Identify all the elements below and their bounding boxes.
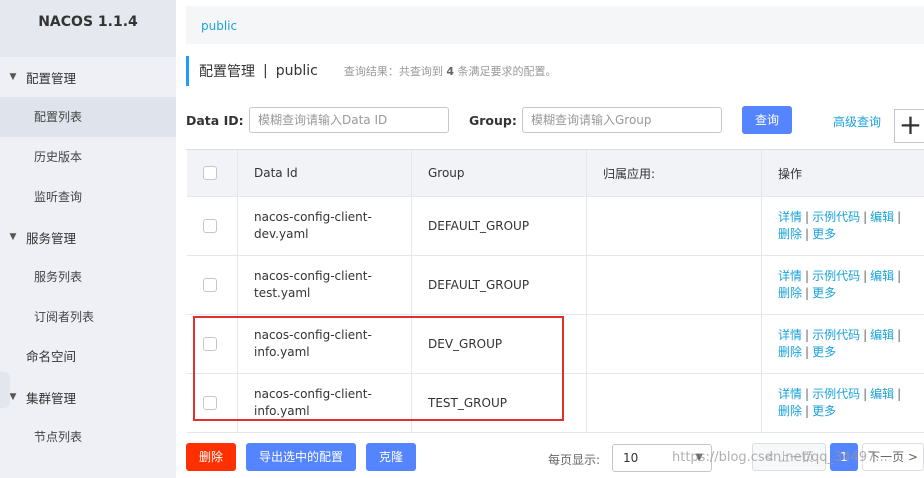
delete-link[interactable]: 删除: [778, 404, 802, 418]
delete-link[interactable]: 删除: [778, 286, 802, 300]
query-result-count: 4: [446, 65, 454, 78]
app-cell: [587, 374, 762, 432]
main-content: public 配置管理 | public 查询结果：共查询到 4 条满足要求的配…: [176, 0, 924, 478]
detail-link[interactable]: 详情: [778, 210, 802, 224]
group-cell: DEFAULT_GROUP: [412, 197, 587, 255]
more-link[interactable]: 更多: [812, 345, 836, 359]
namespace-bar: public: [186, 6, 924, 44]
sidebar-item-history[interactable]: 历史版本: [0, 137, 176, 177]
more-link[interactable]: 更多: [812, 286, 836, 300]
table-header-row: Data Id Group 归属应用: 操作: [187, 150, 924, 197]
dataid-cell: nacos-config-client-info.yaml: [254, 387, 372, 418]
column-header-dataid[interactable]: Data Id: [238, 150, 412, 196]
dataid-cell: nacos-config-client-test.yaml: [254, 269, 372, 300]
row-checkbox[interactable]: [203, 219, 217, 233]
dataid-cell: nacos-config-client-dev.yaml: [254, 210, 372, 241]
sidebar-group-config[interactable]: ▼ 配置管理: [0, 57, 176, 97]
column-header-actions: 操作: [762, 150, 924, 196]
table-row: nacos-config-client-test.yaml DEFAULT_GR…: [187, 256, 924, 315]
header-checkbox-cell: [187, 150, 238, 196]
app-cell: [587, 315, 762, 373]
sample-code-link[interactable]: 示例代码: [812, 387, 860, 401]
table-row: nacos-config-client-info.yaml DEV_GROUP …: [187, 315, 924, 374]
sidebar-item-subscribers[interactable]: 订阅者列表: [0, 297, 176, 337]
add-config-button[interactable]: +: [894, 109, 924, 143]
current-namespace: public: [275, 63, 318, 79]
row-actions: 详情 | 示例代码 | 编辑 | 删除 | 更多: [778, 269, 902, 300]
detail-link[interactable]: 详情: [778, 387, 802, 401]
row-checkbox[interactable]: [203, 396, 217, 410]
edit-link[interactable]: 编辑: [870, 210, 894, 224]
dataid-search-input[interactable]: 模糊查询请输入Data ID: [249, 107, 449, 133]
group-cell: TEST_GROUP: [412, 374, 587, 432]
sidebar-group-label: 集群管理: [26, 390, 77, 406]
sidebar-group-service[interactable]: ▼ 服务管理: [0, 217, 176, 257]
row-actions: 详情 | 示例代码 | 编辑 | 删除 | 更多: [778, 210, 902, 241]
clone-button[interactable]: 克隆: [366, 443, 416, 471]
table-row: nacos-config-client-info.yaml TEST_GROUP…: [187, 374, 924, 433]
row-checkbox[interactable]: [203, 278, 217, 292]
column-header-app[interactable]: 归属应用:: [587, 150, 762, 196]
sidebar-item-config-list[interactable]: 配置列表: [0, 97, 176, 137]
caret-down-icon: ▼: [9, 72, 17, 82]
sample-code-link[interactable]: 示例代码: [812, 328, 860, 342]
delete-link[interactable]: 删除: [778, 227, 802, 241]
chevron-down-icon: ▼: [695, 452, 703, 463]
app-cell: [587, 256, 762, 314]
page-size-select[interactable]: 10 ▼: [612, 444, 712, 472]
more-link[interactable]: 更多: [812, 227, 836, 241]
more-link[interactable]: 更多: [812, 404, 836, 418]
page-size-label: 每页显示:: [548, 453, 601, 467]
app-cell: [587, 197, 762, 255]
row-actions: 详情 | 示例代码 | 编辑 | 删除 | 更多: [778, 387, 902, 418]
sidebar-collapse-handle[interactable]: [0, 372, 10, 408]
delete-button[interactable]: 删除: [186, 443, 236, 471]
page-size-value: 10: [623, 451, 639, 465]
sample-code-link[interactable]: 示例代码: [812, 269, 860, 283]
dataid-cell: nacos-config-client-info.yaml: [254, 328, 372, 359]
page-header: 配置管理 | public 查询结果：共查询到 4 条满足要求的配置。: [186, 56, 557, 86]
sidebar-item-nodes[interactable]: 节点列表: [0, 417, 176, 457]
dataid-label: Data ID:: [186, 113, 244, 128]
sidebar-item-namespace[interactable]: 命名空间: [0, 337, 176, 377]
page-title: 配置管理: [199, 64, 255, 80]
select-all-checkbox[interactable]: [203, 166, 217, 180]
page-number-button[interactable]: 1: [830, 443, 858, 471]
group-cell: DEV_GROUP: [412, 315, 587, 373]
sidebar: NACOS 1.1.4 ▼ 配置管理 配置列表 历史版本 监听查询 ▼ 服务管理…: [0, 0, 176, 478]
table-row: nacos-config-client-dev.yaml DEFAULT_GRO…: [187, 197, 924, 256]
caret-down-icon: ▼: [9, 232, 17, 242]
export-selected-button[interactable]: 导出选中的配置: [246, 443, 356, 471]
sidebar-group-label: 服务管理: [26, 230, 77, 246]
sidebar-item-listener[interactable]: 监听查询: [0, 177, 176, 217]
detail-link[interactable]: 详情: [778, 269, 802, 283]
group-label: Group:: [469, 113, 517, 128]
row-actions: 详情 | 示例代码 | 编辑 | 删除 | 更多: [778, 328, 902, 359]
column-header-group[interactable]: Group: [412, 150, 587, 196]
title-separator: |: [263, 63, 268, 79]
query-result-text: 查询结果：共查询到 4 条满足要求的配置。: [343, 65, 557, 78]
advanced-query-link[interactable]: 高级查询: [833, 113, 881, 130]
namespace-tab-public[interactable]: public: [201, 19, 237, 33]
config-table: Data Id Group 归属应用: 操作 nacos-config-clie…: [186, 149, 924, 433]
edit-link[interactable]: 编辑: [870, 269, 894, 283]
delete-link[interactable]: 删除: [778, 345, 802, 359]
group-cell: DEFAULT_GROUP: [412, 256, 587, 314]
sidebar-group-label: 配置管理: [26, 70, 77, 86]
prev-page-button[interactable]: < 上一页: [752, 443, 826, 471]
row-checkbox[interactable]: [203, 337, 217, 351]
group-search-input[interactable]: 模糊查询请输入Group: [522, 107, 722, 133]
sidebar-group-cluster[interactable]: ▼ 集群管理: [0, 377, 176, 417]
edit-link[interactable]: 编辑: [870, 328, 894, 342]
sidebar-item-service-list[interactable]: 服务列表: [0, 257, 176, 297]
detail-link[interactable]: 详情: [778, 328, 802, 342]
edit-link[interactable]: 编辑: [870, 387, 894, 401]
app-title: NACOS 1.1.4: [0, 0, 176, 57]
next-page-button[interactable]: 下一页 >: [862, 443, 924, 471]
query-button[interactable]: 查询: [742, 106, 792, 134]
sample-code-link[interactable]: 示例代码: [812, 210, 860, 224]
